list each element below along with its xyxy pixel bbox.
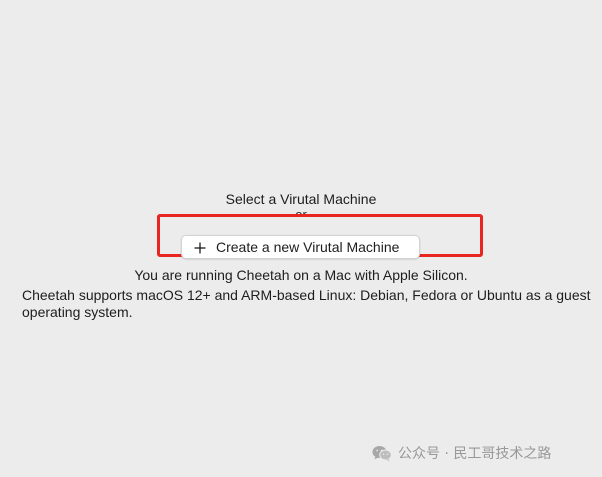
create-vm-label: Create a new Virutal Machine xyxy=(216,239,400,255)
platform-info-text: You are running Cheetah on a Mac with Ap… xyxy=(134,267,468,283)
watermark-text: 公众号 · 民工哥技术之路 xyxy=(398,446,552,462)
watermark: 公众号 · 民工哥技术之路 xyxy=(372,443,551,463)
plus-icon xyxy=(194,241,206,254)
create-vm-button[interactable]: Create a new Virutal Machine xyxy=(181,235,420,259)
wechat-icon xyxy=(372,445,392,462)
select-vm-title: Select a Virutal Machine xyxy=(225,191,377,207)
supported-os-text: Cheetah supports macOS 12+ and ARM-based… xyxy=(22,287,591,320)
